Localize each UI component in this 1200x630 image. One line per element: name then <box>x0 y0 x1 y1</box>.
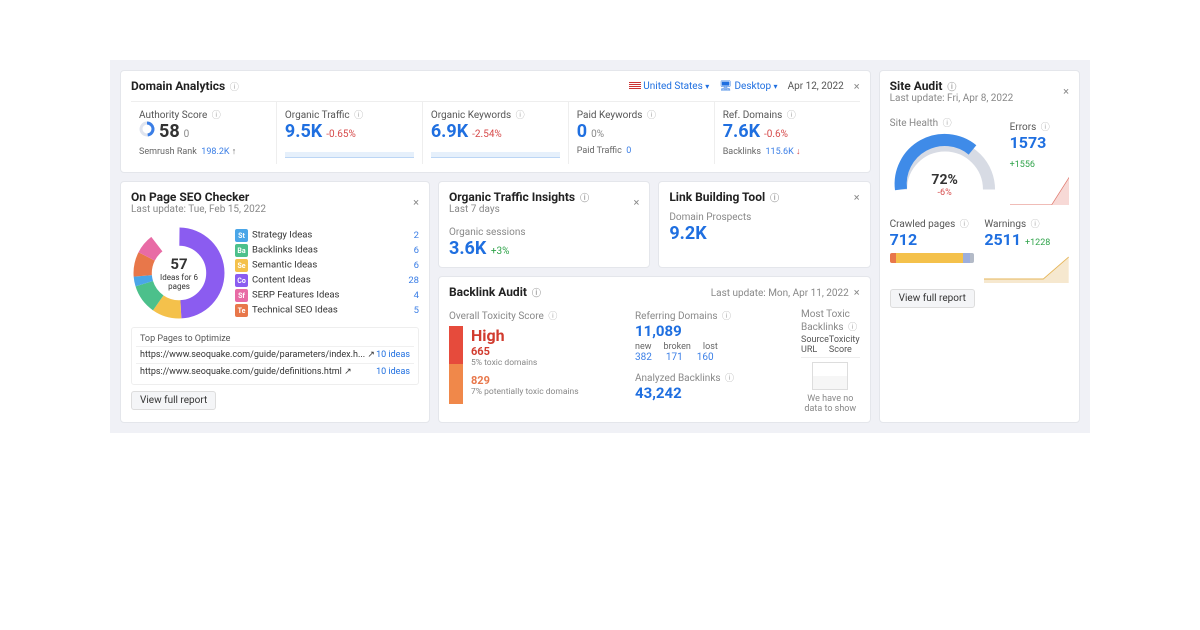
close-icon[interactable]: × <box>633 196 639 209</box>
sparkline-chart <box>431 144 560 158</box>
legend-icon: Se <box>235 259 248 272</box>
ring-icon <box>139 121 155 137</box>
legend-icon: St <box>235 229 248 242</box>
ideas-link[interactable]: 10 ideas <box>376 367 410 377</box>
view-full-report-button[interactable]: View full report <box>131 391 216 410</box>
device-filter[interactable]: 🖥 Desktop ▾ <box>719 81 777 92</box>
link-building-card: Link Building Tool ⓘ × Domain Prospects … <box>658 181 870 268</box>
chevron-down-icon: ▾ <box>705 82 709 91</box>
toxicity-bar-potential <box>449 364 463 404</box>
toxicity-bar-high <box>449 326 463 364</box>
organic-traffic-cell: Organic Traffic ⓘ 9.5K-0.65% <box>277 102 423 164</box>
onpage-title: On Page SEO Checker <box>131 190 266 204</box>
legend-item: TeTechnical SEO Ideas5 <box>235 303 419 318</box>
view-full-report-button[interactable]: View full report <box>890 289 975 308</box>
top-page-row: https://www.seoquake.com/guide/parameter… <box>136 346 414 363</box>
legend-icon: Sf <box>235 289 248 302</box>
backlink-audit-card: Backlink Audit ⓘ Last update: Mon, Apr 1… <box>438 276 871 423</box>
close-icon[interactable]: × <box>1063 85 1069 98</box>
onpage-seo-card: On Page SEO Checker Last update: Tue, Fe… <box>120 181 430 423</box>
external-link-icon[interactable]: ↗ <box>367 350 375 360</box>
close-icon[interactable]: × <box>854 191 860 204</box>
empty-table-icon <box>812 362 848 390</box>
organic-insights-card: Organic Traffic Insights ⓘ Last 7 days ×… <box>438 181 650 268</box>
site-health-gauge: 72%-6% <box>890 129 1000 199</box>
external-link-icon[interactable]: ↗ <box>344 367 352 377</box>
country-filter[interactable]: United States ▾ <box>629 81 709 92</box>
domain-analytics-title: Domain Analytics <box>131 79 225 93</box>
legend-item: CoContent Ideas28 <box>235 273 419 288</box>
organic-keywords-cell: Organic Keywords ⓘ 6.9K-2.54% <box>423 102 569 164</box>
flag-icon <box>629 82 641 90</box>
ideas-link[interactable]: 10 ideas <box>376 350 410 360</box>
top-page-row: https://www.seoquake.com/guide/definitio… <box>136 363 414 380</box>
legend-icon: Ba <box>235 244 248 257</box>
legend-item: SeSemantic Ideas6 <box>235 258 419 273</box>
onpage-last-update: Last update: Tue, Feb 15, 2022 <box>131 204 266 215</box>
authority-score-cell: Authority Score ⓘ 580 Semrush Rank 198.2… <box>131 102 277 164</box>
no-data-message: We have no data to show <box>801 394 860 414</box>
close-icon[interactable]: × <box>413 196 419 209</box>
onpage-legend: StStrategy Ideas2 BaBacklinks Ideas6 SeS… <box>235 228 419 318</box>
date-display: Apr 12, 2022 <box>788 81 844 92</box>
info-icon: ⓘ <box>230 83 239 93</box>
legend-item: SfSERP Features Ideas4 <box>235 288 419 303</box>
close-icon[interactable]: × <box>854 80 860 93</box>
paid-keywords-cell: Paid Keywords ⓘ 00% Paid Traffic 0 <box>569 102 715 164</box>
warnings-trend-chart <box>984 253 1069 283</box>
domain-prospects-value: 9.2K <box>669 223 859 244</box>
toxicity-level: High <box>471 326 579 345</box>
chevron-down-icon: ▾ <box>774 82 778 91</box>
sparkline-chart <box>285 144 414 158</box>
organic-sessions-label: Organic sessions <box>449 227 639 238</box>
legend-icon: Co <box>235 274 248 287</box>
domain-prospects-label: Domain Prospects <box>669 212 859 223</box>
donut-chart: 57Ideas for 6 pages <box>131 225 227 321</box>
top-pages-title: Top Pages to Optimize <box>136 332 414 346</box>
legend-icon: Te <box>235 304 248 317</box>
ref-domains-cell: Ref. Domains ⓘ 7.6K-0.6% Backlinks 115.6… <box>715 102 860 164</box>
site-audit-card: Site Audit ⓘ Last update: Fri, Apr 8, 20… <box>879 70 1080 423</box>
errors-trend-chart <box>1010 175 1069 205</box>
legend-item: BaBacklinks Ideas6 <box>235 243 419 258</box>
crawled-segbar <box>890 253 975 263</box>
close-icon[interactable]: × <box>854 286 860 299</box>
legend-item: StStrategy Ideas2 <box>235 228 419 243</box>
domain-analytics-card: Domain Analytics ⓘ United States ▾ 🖥 Des… <box>120 70 871 173</box>
